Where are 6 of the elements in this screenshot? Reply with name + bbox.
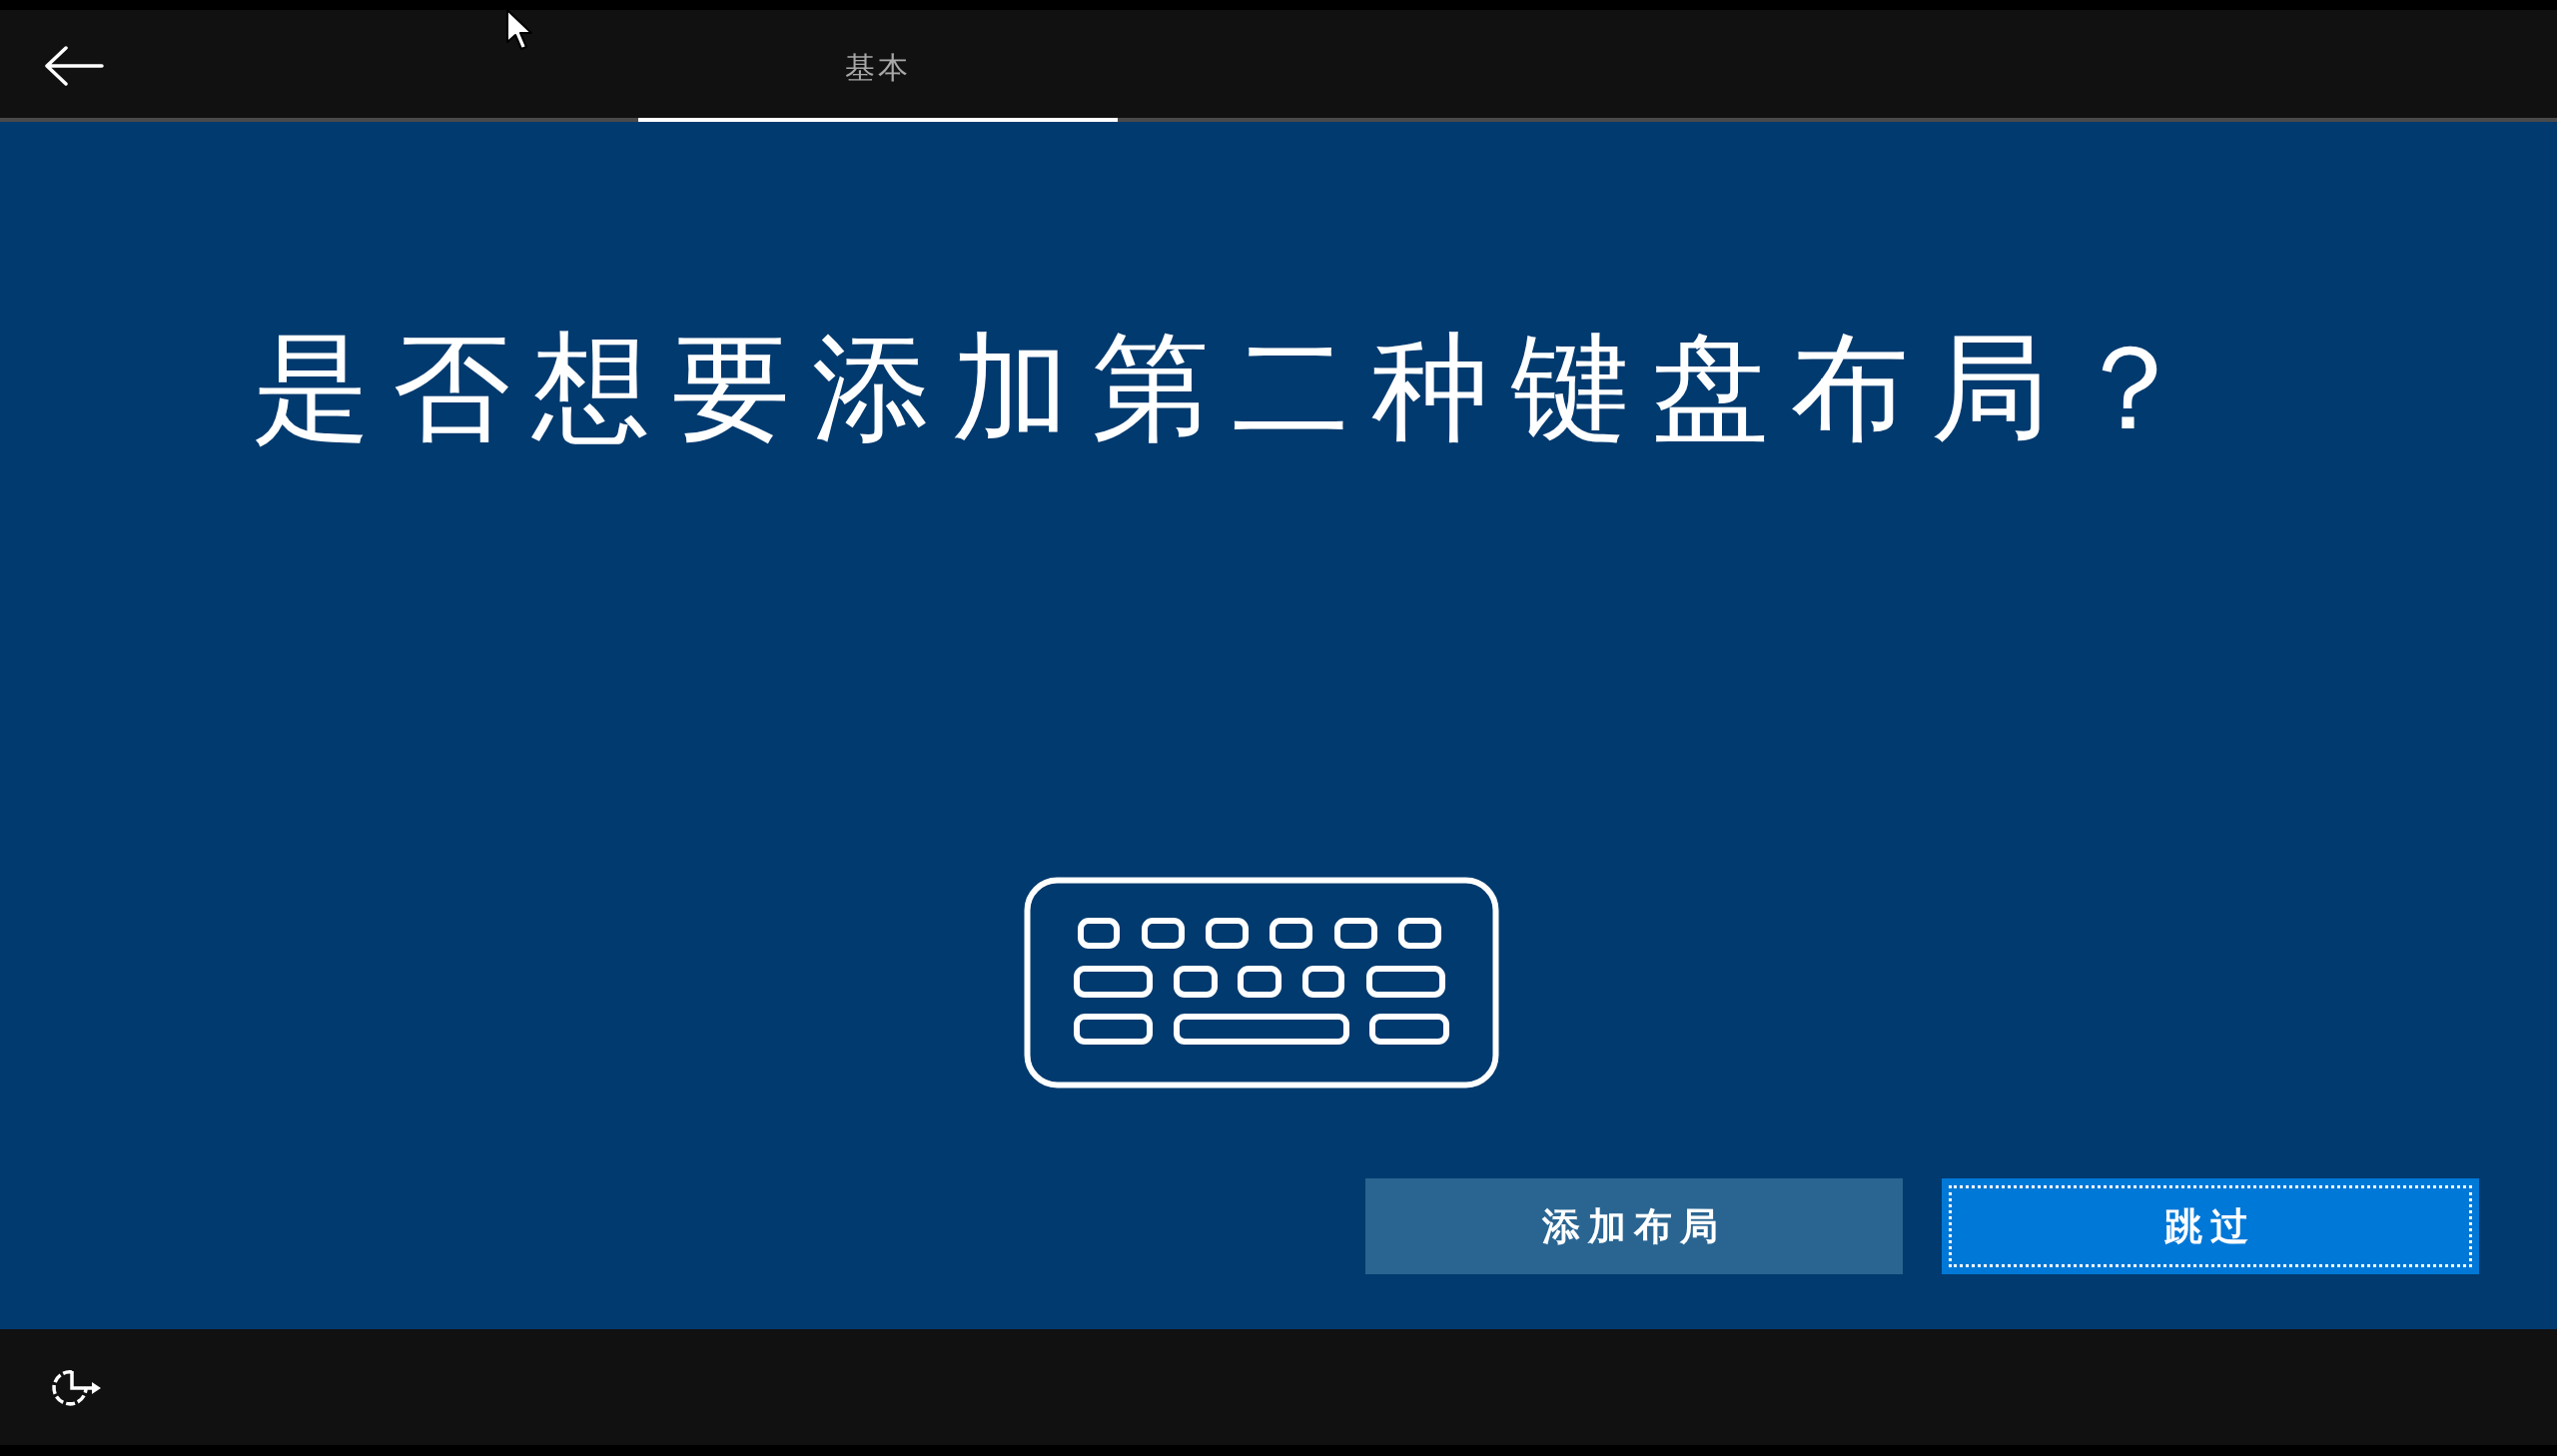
mouse-pointer-icon	[505, 8, 533, 52]
keyboard-icon	[1023, 877, 1499, 1089]
primary-button[interactable]: 跳过	[1942, 1178, 2479, 1274]
back-arrow-icon	[44, 46, 104, 86]
page-heading: 是否想要添加第二种键盘布局？	[253, 318, 2210, 458]
secondary-button[interactable]: 添加布局	[1365, 1178, 1903, 1274]
